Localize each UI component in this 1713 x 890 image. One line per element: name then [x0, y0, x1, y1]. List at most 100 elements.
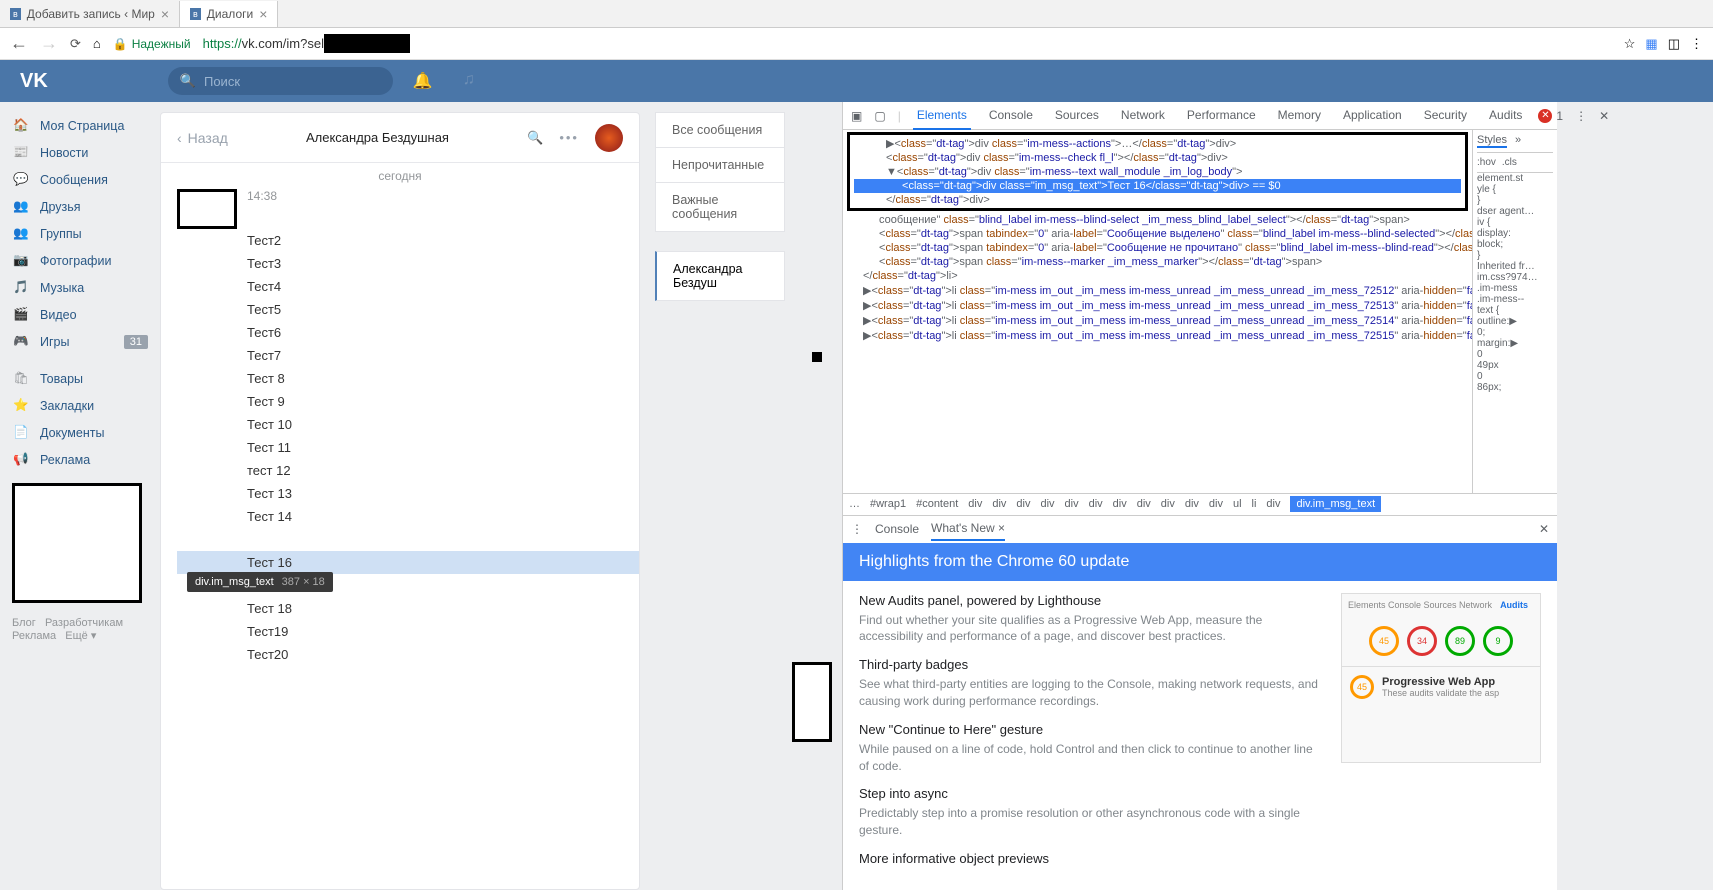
- devtools-tab[interactable]: Memory: [1274, 102, 1325, 130]
- element-node[interactable]: ▶<class="dt-tag">li class="im-mess im_ou…: [847, 313, 1468, 328]
- devtools-tab[interactable]: Elements: [913, 102, 971, 130]
- extension-icon[interactable]: ◫: [1668, 36, 1680, 52]
- message[interactable]: Тест 11: [247, 436, 623, 459]
- styles-panel[interactable]: Styles » :hov .cls element.style {}dser …: [1472, 130, 1557, 493]
- crumb[interactable]: div: [1185, 498, 1199, 510]
- conversation-active[interactable]: Александра Бездуш: [655, 251, 785, 301]
- extension-icon[interactable]: ▦: [1645, 36, 1657, 52]
- devtools-tab[interactable]: Sources: [1051, 102, 1103, 130]
- vk-logo[interactable]: VK: [20, 70, 48, 93]
- crumb[interactable]: div: [1137, 498, 1151, 510]
- crumb[interactable]: div: [1016, 498, 1030, 510]
- nav-item[interactable]: 🎮Игры31: [0, 328, 160, 355]
- nav-item[interactable]: 👥Группы: [0, 220, 160, 247]
- browser-tab[interactable]: в Добавить запись ‹ Мир ×: [0, 1, 180, 27]
- crumb[interactable]: li: [1252, 498, 1257, 510]
- notifications-icon[interactable]: 🔔: [413, 71, 433, 91]
- message[interactable]: Тест2: [247, 229, 623, 252]
- message[interactable]: Тест 9: [247, 390, 623, 413]
- menu-icon[interactable]: ⋮: [1575, 109, 1587, 123]
- element-node[interactable]: ▶<class="dt-tag">div class="im-mess--act…: [854, 136, 1461, 151]
- crumb[interactable]: #content: [916, 498, 958, 510]
- element-node[interactable]: сообщение" class="blind_label im-mess--b…: [847, 213, 1468, 227]
- message[interactable]: Тест 8: [247, 367, 623, 390]
- message[interactable]: Тест7: [247, 344, 623, 367]
- crumb[interactable]: ul: [1233, 498, 1242, 510]
- message[interactable]: Тест 16: [177, 551, 639, 574]
- inspect-icon[interactable]: ▣: [851, 109, 862, 123]
- menu-icon[interactable]: ⋮: [851, 522, 863, 536]
- message[interactable]: Тест20: [247, 643, 623, 666]
- nav-item[interactable]: 🏠Моя Страница: [0, 112, 160, 139]
- crumb[interactable]: div: [1040, 498, 1054, 510]
- nav-item[interactable]: 📷Фотографии: [0, 247, 160, 274]
- crumb[interactable]: div: [1089, 498, 1103, 510]
- message[interactable]: Тест 14: [247, 505, 623, 528]
- nav-item[interactable]: 🎬Видео: [0, 301, 160, 328]
- devtools-tab[interactable]: Application: [1339, 102, 1406, 130]
- crumb[interactable]: #wrap1: [870, 498, 906, 510]
- music-icon[interactable]: ♫: [463, 71, 475, 91]
- crumb[interactable]: div: [968, 498, 982, 510]
- devtools-tab[interactable]: Audits: [1485, 102, 1526, 130]
- crumb[interactable]: div: [1266, 498, 1280, 510]
- message[interactable]: Тест 10: [247, 413, 623, 436]
- element-node[interactable]: ▼<class="dt-tag">div class="im-mess--tex…: [854, 165, 1461, 179]
- browser-tab-active[interactable]: в Диалоги ×: [180, 1, 278, 27]
- message[interactable]: Тест3: [247, 252, 623, 275]
- chat-title[interactable]: Александра Бездушная: [306, 130, 449, 145]
- crumb[interactable]: div: [1113, 498, 1127, 510]
- element-node[interactable]: <class="dt-tag">span tabindex="0" aria-l…: [847, 227, 1468, 241]
- close-icon[interactable]: ×: [161, 6, 169, 22]
- error-badge[interactable]: ✕: [1538, 109, 1552, 123]
- back-icon[interactable]: ←: [10, 33, 28, 54]
- url-display[interactable]: https://vk.com/im?selx: [203, 36, 411, 51]
- search-input[interactable]: 🔍 Поиск: [168, 67, 393, 95]
- close-icon[interactable]: ✕: [1539, 522, 1549, 536]
- element-node[interactable]: ▶<class="dt-tag">li class="im-mess im_ou…: [847, 283, 1468, 298]
- close-icon[interactable]: ×: [259, 6, 267, 22]
- crumb[interactable]: div: [1209, 498, 1223, 510]
- elements-tree[interactable]: ▶<class="dt-tag">div class="im-mess--act…: [843, 130, 1472, 493]
- message[interactable]: Тест 18: [247, 597, 623, 620]
- nav-item[interactable]: 🎵Музыка: [0, 274, 160, 301]
- nav-item[interactable]: 👥Друзья: [0, 193, 160, 220]
- star-icon[interactable]: ☆: [1624, 36, 1636, 52]
- element-node[interactable]: ▶<class="dt-tag">li class="im-mess im_ou…: [847, 298, 1468, 313]
- message[interactable]: Тест19: [247, 620, 623, 643]
- element-node[interactable]: </class="dt-tag">div>: [854, 193, 1461, 207]
- message[interactable]: Тест 13: [247, 482, 623, 505]
- nav-item[interactable]: ⭐Закладки: [0, 392, 160, 419]
- search-icon[interactable]: 🔍: [527, 130, 543, 146]
- nav-item[interactable]: 📰Новости: [0, 139, 160, 166]
- element-node[interactable]: <class="dt-tag">span class="im-mess--mar…: [847, 255, 1468, 269]
- breadcrumb[interactable]: …#wrap1#contentdivdivdivdivdivdivdivdivd…: [843, 493, 1557, 515]
- devtools-tab[interactable]: Performance: [1183, 102, 1260, 130]
- element-node[interactable]: <class="dt-tag">div class="im-mess--chec…: [854, 151, 1461, 165]
- close-icon[interactable]: ✕: [1599, 109, 1609, 123]
- home-icon[interactable]: ⌂: [93, 36, 101, 51]
- filter-item[interactable]: Непрочитанные: [655, 147, 785, 183]
- filter-item[interactable]: Все сообщения: [655, 112, 785, 148]
- crumb[interactable]: div: [1161, 498, 1175, 510]
- devtools-tab[interactable]: Network: [1117, 102, 1169, 130]
- crumb[interactable]: div: [992, 498, 1006, 510]
- reload-icon[interactable]: ⟳: [70, 36, 81, 52]
- element-node[interactable]: ▶<class="dt-tag">li class="im-mess im_ou…: [847, 328, 1468, 343]
- devtools-tab[interactable]: Security: [1420, 102, 1471, 130]
- device-icon[interactable]: ▢: [874, 109, 885, 123]
- filter-item[interactable]: Важные сообщения: [655, 182, 785, 232]
- message[interactable]: Тест6: [247, 321, 623, 344]
- back-button[interactable]: ‹ Назад: [177, 130, 228, 146]
- nav-item[interactable]: 🛍Товары: [0, 365, 160, 392]
- message[interactable]: Тест5: [247, 298, 623, 321]
- avatar[interactable]: [595, 124, 623, 152]
- more-icon[interactable]: •••: [559, 130, 579, 145]
- nav-item[interactable]: 💬Сообщения: [0, 166, 160, 193]
- element-node[interactable]: <class="dt-tag">span tabindex="0" aria-l…: [847, 241, 1468, 255]
- message[interactable]: Тест4: [247, 275, 623, 298]
- menu-icon[interactable]: ⋮: [1690, 36, 1703, 52]
- nav-item[interactable]: 📄Документы: [0, 419, 160, 446]
- forward-icon[interactable]: →: [40, 33, 58, 54]
- crumb[interactable]: …: [849, 498, 860, 510]
